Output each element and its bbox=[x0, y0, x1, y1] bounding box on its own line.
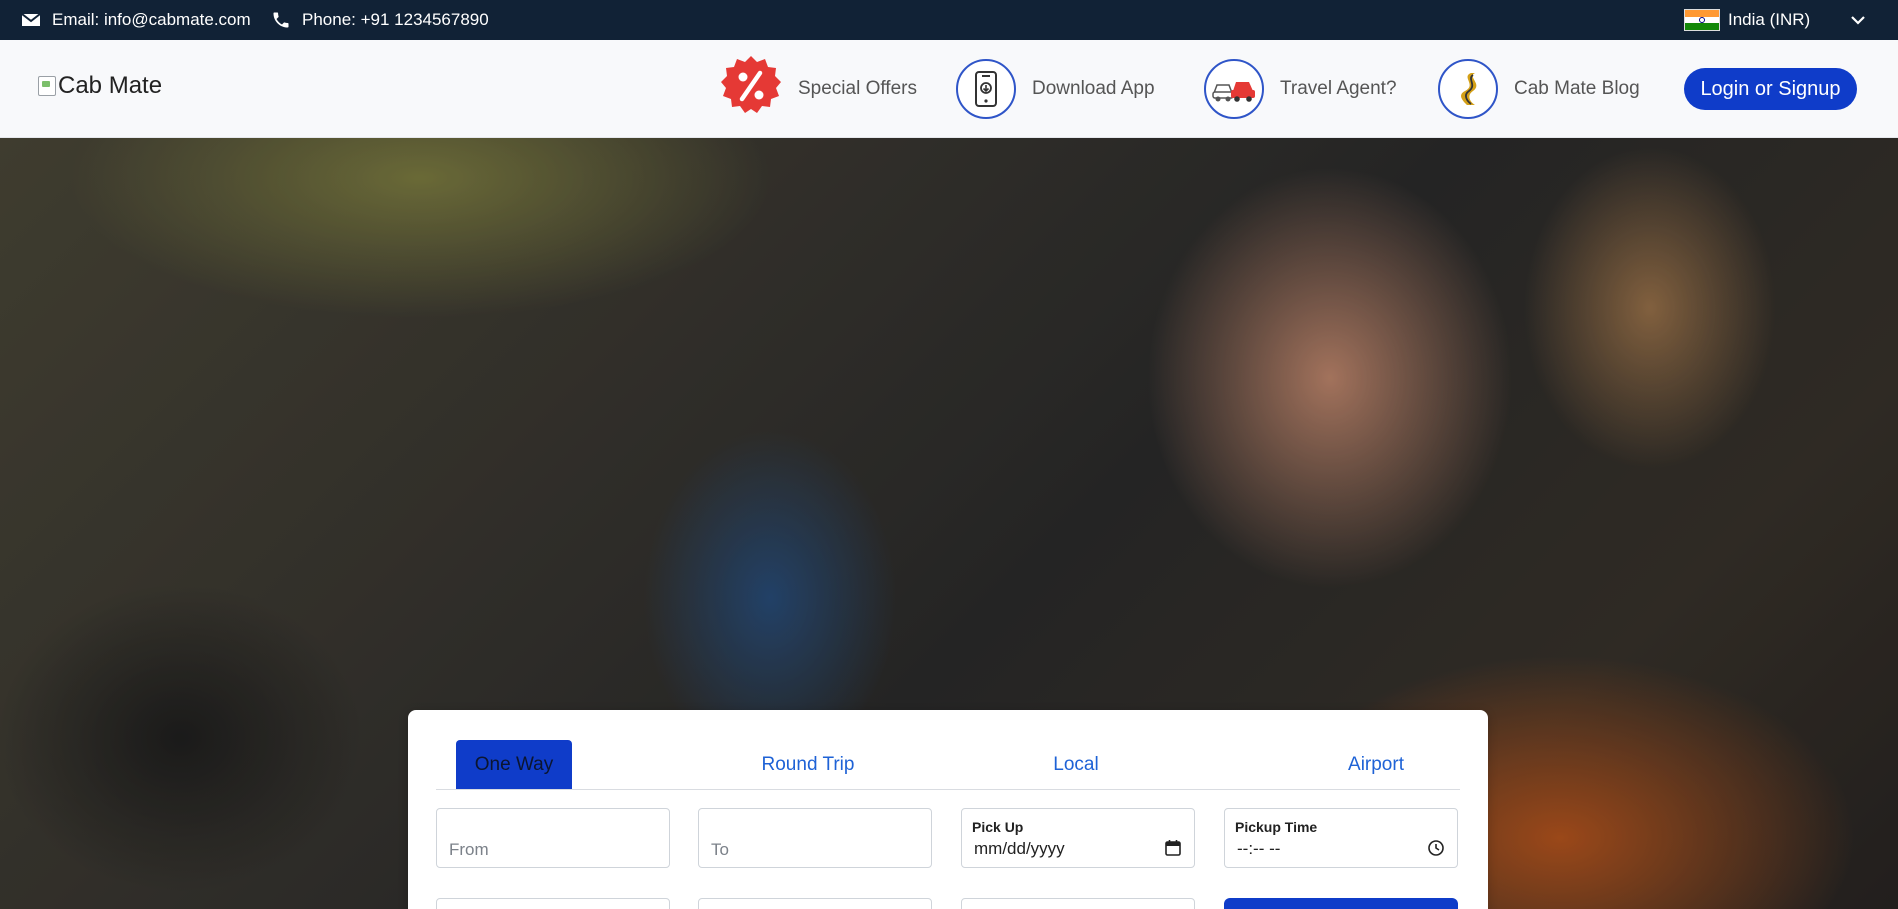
main-header: Cab Mate Special Offers Download App Tra… bbox=[0, 40, 1898, 138]
nav-label: Cab Mate Blog bbox=[1514, 78, 1640, 99]
nav-download-app[interactable]: Download App bbox=[956, 59, 1155, 119]
currency-selector[interactable]: India (INR) bbox=[1684, 0, 1810, 40]
pickup-date-field[interactable]: Pick Up mm/dd/yyyy bbox=[961, 808, 1195, 868]
mobile-app-icon bbox=[956, 59, 1016, 119]
from-input[interactable] bbox=[437, 809, 669, 867]
trip-type-tabs: One Way Round Trip Local Airport bbox=[436, 740, 1460, 790]
clock-icon[interactable] bbox=[1427, 839, 1445, 857]
pickup-time-value: --:-- -- bbox=[1237, 839, 1281, 858]
site-logo[interactable]: Cab Mate bbox=[38, 72, 162, 100]
discount-badge-icon bbox=[720, 55, 782, 123]
phone-icon bbox=[270, 9, 292, 31]
phone-text: Phone: +91 1234567890 bbox=[302, 10, 489, 29]
chevron-down-icon[interactable] bbox=[1850, 0, 1866, 40]
logo-alt-text: Cab Mate bbox=[58, 72, 163, 99]
secondary-field[interactable] bbox=[698, 898, 932, 909]
tab-round-trip[interactable]: Round Trip bbox=[748, 740, 868, 789]
pickup-time-field[interactable]: Pickup Time --:-- -- bbox=[1224, 808, 1458, 868]
pickup-time-label: Pickup Time bbox=[1235, 819, 1318, 835]
india-flag-icon bbox=[1684, 9, 1720, 31]
nav-travel-agent[interactable]: Travel Agent? bbox=[1204, 59, 1397, 119]
top-contact-bar: Email: info@cabmate.com Phone: +91 12345… bbox=[0, 0, 1898, 40]
nav-label: Download App bbox=[1032, 78, 1155, 99]
nav-label: Travel Agent? bbox=[1280, 78, 1397, 99]
booking-widget: One Way Round Trip Local Airport Pick Up… bbox=[408, 710, 1488, 909]
secondary-field[interactable] bbox=[961, 898, 1195, 909]
tab-one-way[interactable]: One Way bbox=[456, 740, 572, 789]
to-field bbox=[698, 808, 932, 868]
search-cabs-button[interactable] bbox=[1224, 898, 1458, 909]
road-icon bbox=[1438, 59, 1498, 119]
to-input[interactable] bbox=[699, 809, 931, 867]
broken-image-icon bbox=[38, 76, 56, 96]
nav-blog[interactable]: Cab Mate Blog bbox=[1438, 59, 1640, 119]
calendar-icon[interactable] bbox=[1164, 839, 1182, 857]
from-field bbox=[436, 808, 670, 868]
login-signup-button[interactable]: Login or Signup bbox=[1684, 68, 1857, 110]
secondary-field[interactable] bbox=[436, 898, 670, 909]
nav-label: Special Offers bbox=[798, 78, 917, 99]
pickup-date-value: mm/dd/yyyy bbox=[974, 839, 1065, 858]
pickup-date-label: Pick Up bbox=[972, 819, 1024, 835]
nav-special-offers[interactable]: Special Offers bbox=[720, 56, 917, 119]
email-text: Email: info@cabmate.com bbox=[52, 10, 251, 29]
contact-email[interactable]: Email: info@cabmate.com bbox=[20, 0, 251, 40]
tab-airport[interactable]: Airport bbox=[1336, 740, 1416, 789]
contact-phone[interactable]: Phone: +91 1234567890 bbox=[270, 0, 489, 40]
mail-icon bbox=[20, 9, 42, 31]
tab-local[interactable]: Local bbox=[1046, 740, 1106, 789]
currency-label: India (INR) bbox=[1728, 10, 1811, 29]
cars-icon bbox=[1204, 59, 1264, 119]
